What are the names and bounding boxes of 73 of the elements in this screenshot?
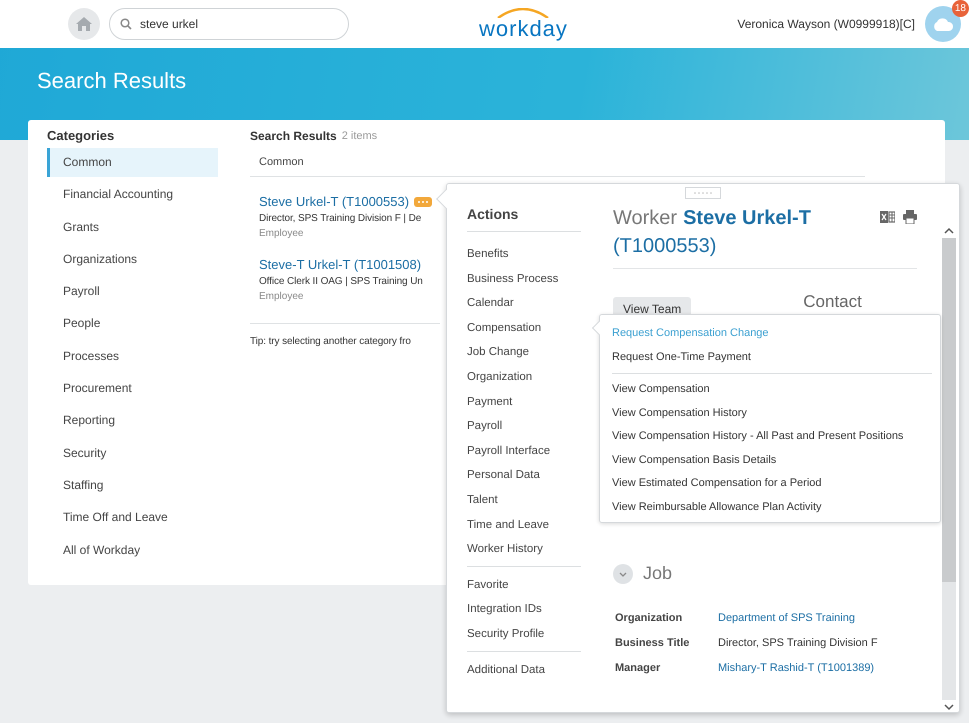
action-item[interactable]: Business Process [467,266,581,292]
field-label: Business Title [615,636,690,651]
submenu-item[interactable]: View Reimbursable Allowance Plan Activity [612,496,932,519]
contact-heading: Contact [803,293,862,311]
job-heading: Job [643,563,672,584]
worker-type: Employee [259,227,304,241]
worker-detail: Director, SPS Training Division F | De [259,212,422,226]
tip-text: Tip: try selecting another category fro [250,323,440,347]
category-item[interactable]: Payroll [47,277,218,306]
submenu-item[interactable]: View Compensation Basis Details [612,448,932,472]
action-item[interactable]: Integration IDs [467,597,581,622]
logo-arc-icon [495,8,552,18]
category-item[interactable]: Procurement [47,374,218,404]
field-link[interactable]: Department of SPS Training [718,610,917,627]
category-item[interactable]: People [47,309,218,338]
category-item[interactable]: Common [47,148,218,177]
worker-title: Worker Steve Urkel-T (T1000553) [613,206,812,259]
actions-title: Actions [467,206,581,232]
categories-title: Categories [47,127,116,145]
action-item[interactable]: Compensation [467,316,581,340]
action-item[interactable]: Calendar [467,291,581,316]
submenu-item[interactable]: Request One-Time Payment [612,346,932,369]
category-item[interactable]: Processes [47,342,218,371]
results-title: Search Results [250,128,337,145]
results-count: 2 items [342,129,378,144]
search-icon [120,18,132,30]
category-item[interactable]: Reporting [47,406,218,436]
cloud-icon [932,17,954,31]
worker-type: Employee [259,290,304,304]
action-item[interactable]: Benefits [467,242,581,267]
category-item[interactable]: Security [47,438,218,468]
submenu-item[interactable]: View Compensation History - All Past and Present Positions [612,425,932,448]
action-item[interactable]: Favorite [467,572,581,598]
logo: workday [479,18,568,40]
action-item[interactable]: Talent [467,488,581,513]
action-item[interactable]: Security Profile [467,622,581,646]
action-item[interactable]: Payroll Interface [467,438,581,464]
submenu-item[interactable]: View Estimated Compensation for a Period [612,472,932,496]
category-item[interactable]: All of Workday [47,536,218,565]
action-item[interactable]: Job Change [467,340,581,365]
search-field[interactable]: steve urkel [109,8,349,40]
drag-handle[interactable] [685,187,721,199]
field-value: Director, SPS Training Division F [718,636,879,651]
notification-badge: 18 [952,0,969,17]
field-label: Manager [615,661,662,676]
action-item[interactable]: Additional Data [467,658,581,682]
page-title: Search Results [37,68,188,94]
action-item[interactable]: Personal Data [467,463,581,488]
user-name[interactable]: Veronica Wayson (W0999918)[C] [737,17,915,31]
field-label: Organization [615,611,684,626]
category-item[interactable]: Organizations [47,244,218,274]
excel-icon[interactable] [880,210,895,224]
group-heading: Common [250,148,865,177]
category-item[interactable]: Time Off and Leave [47,503,218,532]
action-item[interactable]: Worker History [467,537,581,562]
home-icon [76,17,92,31]
submenu-item[interactable]: View Compensation [612,378,932,402]
related-actions-button[interactable] [414,196,432,206]
category-item[interactable]: Staffing [47,470,218,500]
submenu-item[interactable]: View Compensation History [612,402,932,425]
action-item[interactable]: Organization [467,364,581,390]
chevron-circle-icon[interactable] [613,564,633,584]
category-item[interactable]: Financial Accounting [47,180,218,210]
category-item[interactable]: Grants [47,212,218,242]
action-item[interactable]: Payment [467,390,581,414]
field-link[interactable]: Mishary-T Rashid-T (T1001389) [718,660,917,677]
worker-detail: Office Clerk II OAG | SPS Training Un [259,275,423,289]
print-icon[interactable] [903,210,917,224]
action-item[interactable]: Payroll [467,414,581,439]
action-item[interactable]: Time and Leave [467,512,581,538]
home-button[interactable] [68,8,100,40]
worker-link[interactable]: Steve Urkel-T (T1000553) [259,193,410,210]
worker-link[interactable]: Steve-T Urkel-T (T1001508) [259,256,422,273]
